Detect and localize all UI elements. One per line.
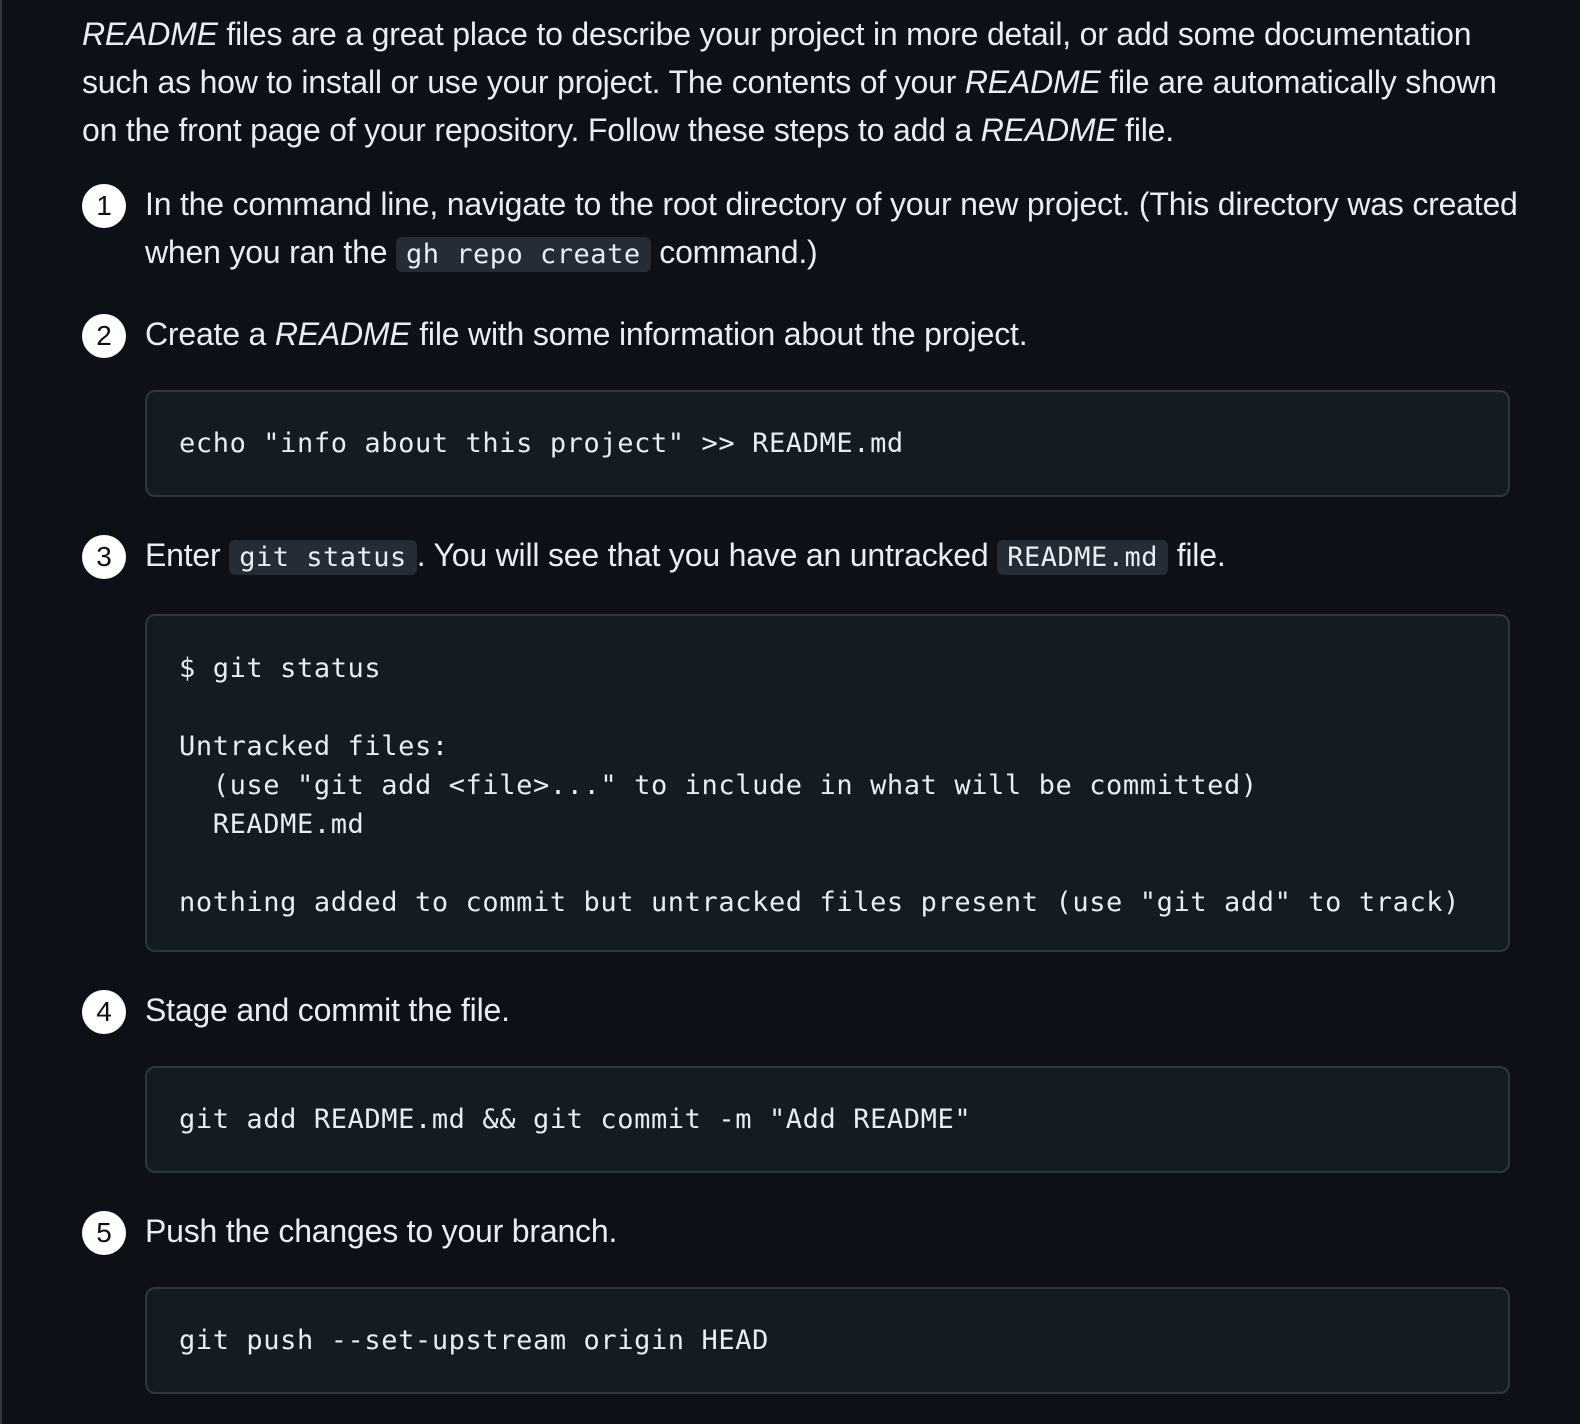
step-number-badge: 1 [82, 184, 126, 228]
code-block-git-commit[interactable]: git add README.md && git commit -m "Add … [145, 1066, 1510, 1173]
code-line: nothing added to commit but untracked fi… [179, 887, 1461, 918]
intro-paragraph: README files are a great place to descri… [82, 10, 1522, 154]
step-number-badge: 5 [82, 1211, 126, 1255]
emphasis-text: README [82, 16, 218, 52]
code-line: $ git status [179, 653, 382, 684]
step-number-badge: 2 [82, 314, 126, 358]
text-run: file. [1116, 112, 1174, 148]
code-block-echo-readme[interactable]: echo "info about this project" >> README… [145, 390, 1510, 497]
step-4: 4 Stage and commit the file. git add REA… [82, 986, 1522, 1173]
step-number-badge: 3 [82, 535, 126, 579]
step-1-text: In the command line, navigate to the roo… [145, 180, 1522, 279]
code-line: git add README.md && git commit -m "Add … [179, 1104, 972, 1135]
inline-code: README.md [997, 540, 1169, 575]
text-run: command.) [650, 234, 818, 270]
text-run: file. [1168, 537, 1226, 573]
text-run: Enter [145, 537, 230, 573]
step-2-text: Create a README file with some informati… [145, 310, 1522, 358]
code-line: Untracked files: [179, 731, 449, 762]
code-block-git-status[interactable]: $ git status Untracked files: (use "git … [145, 614, 1510, 952]
inline-code: gh repo create [396, 237, 651, 272]
text-run: Push the changes to your branch. [145, 1213, 618, 1249]
step-5-text: Push the changes to your branch. [145, 1207, 1522, 1255]
step-number-badge: 4 [82, 990, 126, 1034]
text-run: In the command line, navigate to the roo… [145, 186, 1518, 270]
code-line: README.md [179, 809, 365, 840]
code-line: (use "git add <file>..." to include in w… [179, 770, 1258, 801]
code-line: echo "info about this project" >> README… [179, 428, 904, 459]
text-run: . You will see that you have an untracke… [416, 537, 998, 573]
code-line: git push --set-upstream origin HEAD [179, 1325, 769, 1356]
emphasis-text: README [980, 112, 1117, 148]
readme-instructions: README files are a great place to descri… [82, 10, 1522, 1394]
step-3: 3 Enter git status. You will see that yo… [82, 531, 1522, 952]
text-run: Create a [145, 316, 275, 352]
step-2: 2 Create a README file with some informa… [82, 310, 1522, 497]
inline-code: git status [229, 540, 417, 575]
step-5: 5 Push the changes to your branch. git p… [82, 1207, 1522, 1394]
emphasis-text: README [964, 64, 1101, 100]
left-border [0, 0, 2, 1424]
code-block-git-push[interactable]: git push --set-upstream origin HEAD [145, 1287, 1510, 1394]
step-3-text: Enter git status. You will see that you … [145, 531, 1522, 582]
text-run: Stage and commit the file. [145, 992, 510, 1028]
step-1: 1 In the command line, navigate to the r… [82, 180, 1522, 279]
step-4-text: Stage and commit the file. [145, 986, 1522, 1034]
text-run: file with some information about the pro… [410, 316, 1028, 352]
emphasis-text: README [274, 316, 411, 352]
